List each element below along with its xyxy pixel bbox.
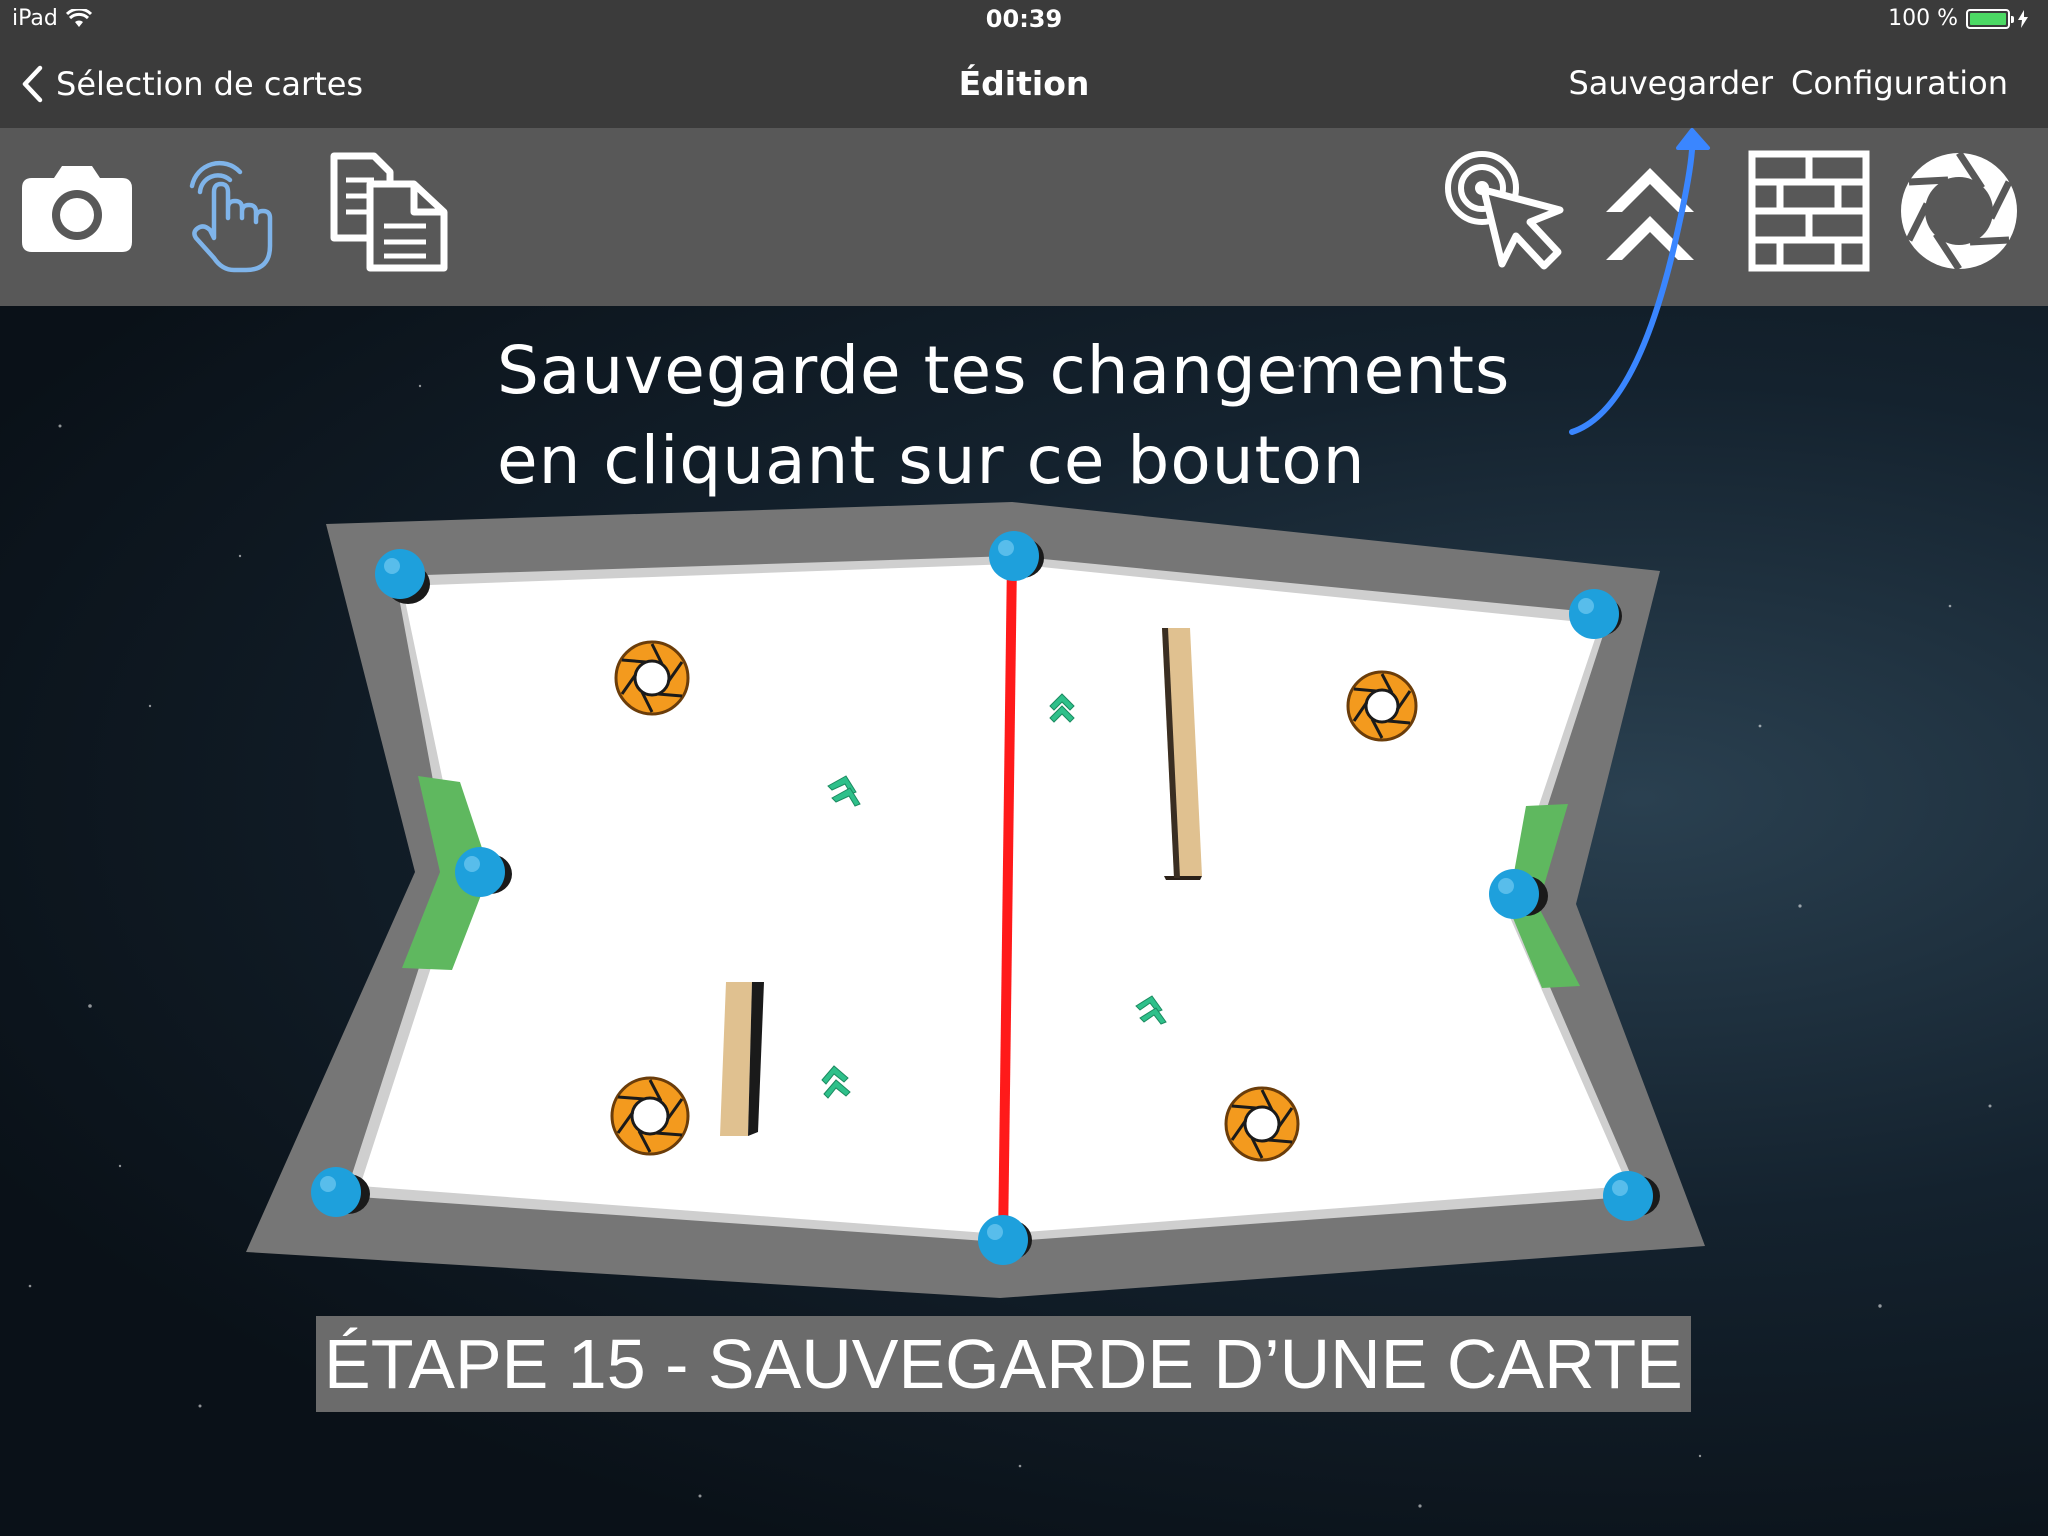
battery-icon xyxy=(1966,8,2014,29)
control-point-right[interactable] xyxy=(1489,869,1539,919)
control-point-top-left[interactable] xyxy=(375,549,425,599)
portal-2 xyxy=(1346,670,1418,742)
status-bar: iPad 00:39 100 % xyxy=(0,0,2048,40)
touch-tool-button[interactable] xyxy=(168,146,298,276)
instruction-text: Sauvegarde tes changements en cliquant s… xyxy=(497,326,1510,506)
select-cursor-icon xyxy=(1445,151,1564,270)
portal-tool-button[interactable] xyxy=(1894,146,2024,276)
instruction-line-1: Sauvegarde tes changements xyxy=(497,332,1511,409)
touch-hand-icon xyxy=(189,160,273,273)
playfield xyxy=(360,564,1628,1234)
camera-icon xyxy=(22,166,132,252)
accelerator-tool-button[interactable] xyxy=(1592,146,1722,276)
portal-3 xyxy=(610,1076,690,1156)
accelerator-chevrons-icon xyxy=(1606,168,1694,260)
map-editor-scene: Sauvegarde tes changements en cliquant s… xyxy=(0,306,2048,1536)
charging-bolt-icon xyxy=(2018,9,2028,28)
back-button-label: Sélection de cartes xyxy=(56,65,364,103)
control-point-bottom-left[interactable] xyxy=(311,1167,361,1217)
copy-documents-icon xyxy=(330,152,448,272)
portal-4 xyxy=(1224,1086,1300,1162)
save-button[interactable]: Sauvegarder xyxy=(1568,64,1773,102)
step-caption: ÉTAPE 15 - SAUVEGARDE D’UNE CARTE xyxy=(316,1316,1691,1412)
wall-bottom-left xyxy=(720,982,764,1136)
battery-fill xyxy=(1970,12,2006,25)
battery-percent: 100 % xyxy=(1888,6,1958,31)
configuration-button[interactable]: Configuration xyxy=(1791,64,2008,102)
wall-bricks-icon xyxy=(1748,150,1870,272)
control-point-top-right[interactable] xyxy=(1569,589,1619,639)
control-point-bottom-right[interactable] xyxy=(1603,1171,1653,1221)
status-right: 100 % xyxy=(1888,6,2028,31)
back-button[interactable]: Sélection de cartes xyxy=(20,60,363,108)
chevron-left-icon xyxy=(22,65,43,103)
control-point-top-center[interactable] xyxy=(989,531,1039,581)
editor-toolbar xyxy=(0,128,2048,306)
instruction-line-2: en cliquant sur ce bouton xyxy=(497,422,1366,499)
nav-bar: Sélection de cartes Édition Sauvegarder … xyxy=(0,40,2048,128)
control-point-left[interactable] xyxy=(455,847,505,897)
control-point-bottom-center[interactable] xyxy=(978,1215,1028,1265)
wall-tool-button[interactable] xyxy=(1744,146,1874,276)
duplicate-button[interactable] xyxy=(322,146,452,276)
portal-1 xyxy=(614,640,690,716)
status-time: 00:39 xyxy=(985,5,1063,33)
camera-button[interactable] xyxy=(12,146,142,276)
nav-right-actions: Sauvegarder Configuration xyxy=(1568,64,2008,102)
portal-aperture-icon xyxy=(1901,151,2017,271)
select-tool-button[interactable] xyxy=(1440,146,1570,276)
